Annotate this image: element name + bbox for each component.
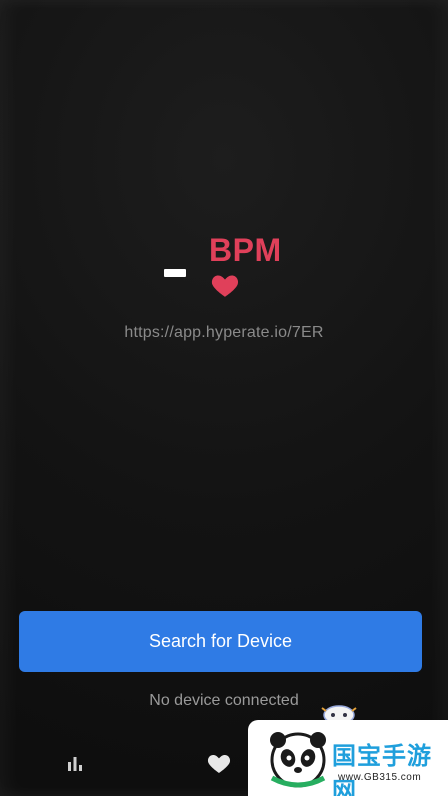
nav-stats-tab[interactable] xyxy=(52,738,98,788)
bpm-unit-label: BPM xyxy=(209,232,282,268)
heart-icon xyxy=(211,275,239,297)
search-device-button[interactable]: Search for Device xyxy=(19,611,422,672)
panda-logo-icon xyxy=(270,732,326,788)
bpm-value-dash xyxy=(164,269,186,277)
watermark-url: www.GB315.com xyxy=(338,772,422,783)
bar-chart-icon xyxy=(68,757,82,771)
app-screen: - BPM https://app.hyperate.io/7ER Search… xyxy=(0,0,448,796)
watermark-brand: 国宝手游网 xyxy=(332,742,432,796)
heart-icon xyxy=(207,755,231,773)
connection-status: No device connected xyxy=(149,692,299,709)
nav-heart-tab[interactable] xyxy=(196,738,242,788)
heart-rate-display: - BPM xyxy=(160,232,300,302)
watermark-badge: 国宝手游网 www.GB315.com xyxy=(248,720,448,796)
share-url[interactable]: https://app.hyperate.io/7ER xyxy=(0,324,448,342)
